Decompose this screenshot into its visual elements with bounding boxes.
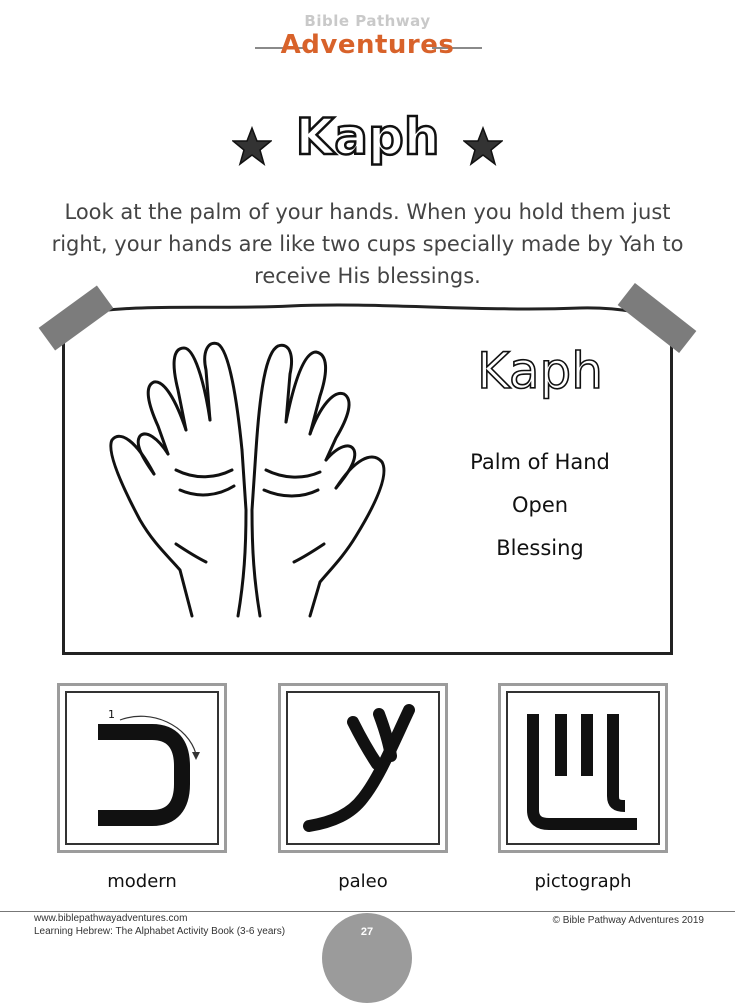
stroke-number-label: 1 [108, 708, 115, 721]
page-title: Kaph [294, 107, 440, 168]
label-pictograph: pictograph [534, 871, 632, 892]
pictograph-letter-box [498, 683, 668, 853]
cupped-hands-icon [109, 341, 386, 618]
footer-book-title: Learning Hebrew: The Alphabet Activity B… [34, 926, 286, 937]
label-paleo: paleo [338, 871, 388, 892]
footer-website: www.biblepathwayadventures.com [34, 913, 188, 924]
intro-paragraph: Look at the palm of your hands. When you… [51, 200, 684, 288]
logo-brand-top: Bible Pathway [304, 12, 431, 30]
meaning-blessing: Blessing [496, 536, 584, 560]
label-modern: modern [107, 871, 177, 892]
modern-kaph-glyph: 1 [98, 708, 200, 826]
star-icon-right [463, 126, 503, 166]
footer-copyright: © Bible Pathway Adventures 2019 [552, 915, 704, 926]
poster-letter-name: Kaph [476, 341, 604, 401]
logo-brand-main: Adventures [280, 30, 455, 60]
meaning-open: Open [511, 493, 569, 517]
paleo-kaph-glyph [303, 704, 415, 832]
footer-rule [0, 911, 735, 912]
paleo-letter-box [278, 683, 448, 853]
modern-letter-box: 1 [57, 683, 227, 853]
page-number: 27 [360, 926, 374, 938]
meaning-palm-of-hand: Palm of Hand [470, 450, 610, 474]
pictograph-kaph-glyph [527, 714, 637, 830]
